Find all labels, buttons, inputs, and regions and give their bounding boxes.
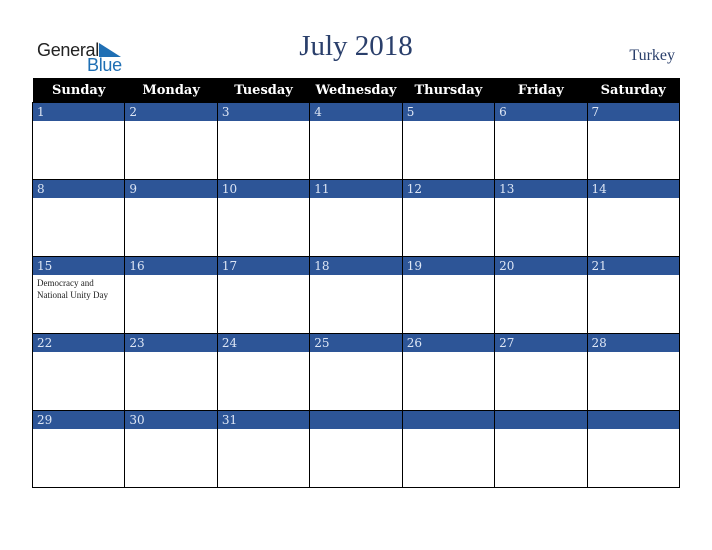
day-number: 29 <box>33 411 125 429</box>
weekday-header: Wednesday <box>309 78 403 103</box>
day-cell[interactable] <box>401 410 496 488</box>
day-cell[interactable]: 12 <box>401 179 496 257</box>
day-cell[interactable]: 5 <box>401 102 496 180</box>
day-cell[interactable]: 28 <box>586 333 681 411</box>
day-cell[interactable]: 4 <box>309 102 403 180</box>
day-cell[interactable]: 17 <box>216 256 311 334</box>
day-cell[interactable]: 8 <box>31 179 126 257</box>
day-cell[interactable] <box>586 410 681 488</box>
day-number: 10 <box>217 180 310 198</box>
day-number: 9 <box>125 180 217 198</box>
day-cell[interactable]: 16 <box>124 256 218 334</box>
weekday-header: Saturday <box>587 78 680 103</box>
day-cell[interactable]: 15 Democracy and National Unity Day <box>31 256 126 334</box>
day-number: 2 <box>125 103 217 121</box>
day-number: 16 <box>125 257 217 275</box>
day-number: 24 <box>217 334 310 352</box>
day-number <box>310 411 402 429</box>
day-cell[interactable]: 26 <box>401 333 496 411</box>
day-number: 4 <box>310 103 402 121</box>
day-number: 6 <box>495 103 587 121</box>
day-number: 26 <box>402 334 495 352</box>
day-number: 27 <box>495 334 587 352</box>
day-cell[interactable]: 22 <box>31 333 126 411</box>
day-number: 11 <box>310 180 402 198</box>
day-cell[interactable]: 31 <box>216 410 311 488</box>
day-cell[interactable]: 18 <box>309 256 403 334</box>
day-cell[interactable]: 2 <box>124 102 218 180</box>
day-number: 14 <box>587 180 679 198</box>
country-label: Turkey <box>629 47 675 64</box>
day-cell[interactable]: 29 <box>31 410 126 488</box>
weekday-header: Sunday <box>32 78 125 103</box>
day-cell[interactable]: 10 <box>216 179 311 257</box>
weekday-header-row: Sunday Monday Tuesday Wednesday Thursday… <box>32 78 680 103</box>
day-cell[interactable]: 23 <box>124 333 218 411</box>
day-cell[interactable]: 7 <box>586 102 681 180</box>
day-cell[interactable]: 21 <box>586 256 681 334</box>
day-cell[interactable]: 20 <box>494 256 588 334</box>
day-cell[interactable]: 14 <box>586 179 681 257</box>
day-cell[interactable]: 13 <box>494 179 588 257</box>
day-number: 23 <box>125 334 217 352</box>
day-number: 20 <box>495 257 587 275</box>
day-number: 17 <box>217 257 310 275</box>
weekday-header: Monday <box>124 78 218 103</box>
day-number: 15 <box>33 257 125 275</box>
day-cell[interactable]: 30 <box>124 410 218 488</box>
day-number: 12 <box>402 180 495 198</box>
week-row: 1234567 <box>31 102 681 180</box>
calendar-title: July 2018 <box>299 30 413 62</box>
day-number: 31 <box>217 411 310 429</box>
holiday-event: Democracy and National Unity Day <box>37 278 108 300</box>
weekday-header: Tuesday <box>217 78 310 103</box>
weekday-header: Thursday <box>402 78 495 103</box>
day-cell[interactable] <box>309 410 403 488</box>
day-number: 22 <box>33 334 125 352</box>
day-cell[interactable]: 1 <box>31 102 126 180</box>
day-number: 19 <box>402 257 495 275</box>
day-number: 1 <box>33 103 125 121</box>
day-cell[interactable]: 3 <box>216 102 311 180</box>
day-cell[interactable]: 11 <box>309 179 403 257</box>
day-cell[interactable]: 27 <box>494 333 588 411</box>
week-row: 15 Democracy and National Unity Day 16 17 18… <box>31 256 681 334</box>
weekday-header: Friday <box>494 78 588 103</box>
day-cell[interactable]: 25 <box>309 333 403 411</box>
day-number: 5 <box>402 103 495 121</box>
day-number: 7 <box>587 103 679 121</box>
week-row: 22 23 24 25 26 27 28 <box>31 333 681 411</box>
day-number: 8 <box>33 180 125 198</box>
day-number: 28 <box>587 334 679 352</box>
day-cell[interactable]: 24 <box>216 333 311 411</box>
week-row: 8 9 10 11 12 13 14 <box>31 179 681 257</box>
day-number: 18 <box>310 257 402 275</box>
week-row: 29 30 31 <box>31 410 681 488</box>
day-cell[interactable]: 19 <box>401 256 496 334</box>
day-number <box>402 411 495 429</box>
day-cell[interactable] <box>494 410 588 488</box>
day-number <box>495 411 587 429</box>
day-number: 13 <box>495 180 587 198</box>
calendar-grid: Sunday Monday Tuesday Wednesday Thursday… <box>31 78 681 488</box>
day-number: 30 <box>125 411 217 429</box>
day-number: 25 <box>310 334 402 352</box>
day-number: 21 <box>587 257 679 275</box>
day-number <box>587 411 679 429</box>
day-cell[interactable]: 6 <box>494 102 588 180</box>
day-number: 3 <box>217 103 310 121</box>
day-cell[interactable]: 9 <box>124 179 218 257</box>
